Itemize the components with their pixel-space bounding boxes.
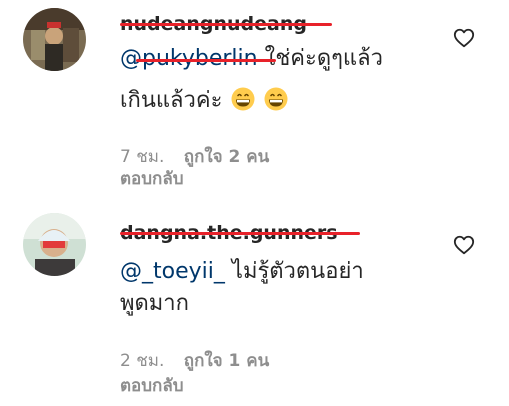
grinning-face-icon	[264, 87, 288, 111]
redaction-strike	[120, 232, 360, 235]
comment-text-line2: เกินแล้วค่ะ	[120, 88, 223, 113]
comment-meta: 2 ชม. ถูกใจ 1 คน	[120, 347, 269, 374]
reply-button[interactable]: ตอบกลับ	[120, 165, 184, 192]
mention-link[interactable]: @_toeyii_	[120, 259, 225, 284]
heart-icon[interactable]	[453, 234, 475, 256]
grinning-face-icon	[231, 87, 255, 111]
comment-text-line2-row: เกินแล้วค่ะ	[120, 84, 288, 118]
comment-text-line1: ไม่รู้ตัวตนอย่า	[231, 259, 364, 284]
comment-time: 2 ชม.	[120, 351, 165, 371]
heart-icon[interactable]	[453, 27, 475, 49]
comment-text-line1: ใช่ค่ะดูๆแล้ว	[264, 46, 383, 71]
comment-1: nudeangnudeang @pukyberlin ใช่ค่ะดูๆแล้ว…	[0, 0, 509, 200]
comment-likes-button[interactable]: ถูกใจ 1 คน	[184, 351, 270, 371]
comment-text-line2: พูดมาก	[120, 291, 189, 316]
avatar[interactable]	[23, 213, 86, 276]
comment-2: dangna.the.gunners @_toeyii_ ไม่รู้ตัวตน…	[0, 200, 509, 406]
comment-text-line2-row: พูดมาก	[120, 287, 189, 321]
reply-button[interactable]: ตอบกลับ	[120, 372, 184, 399]
avatar[interactable]	[23, 8, 86, 71]
comment-text: @_toeyii_ ไม่รู้ตัวตนอย่า	[120, 255, 364, 289]
comment-likes-button[interactable]: ถูกใจ 2 คน	[184, 147, 270, 167]
redaction-strike	[120, 23, 332, 26]
redaction-strike	[136, 59, 276, 62]
comment-time: 7 ชม.	[120, 147, 165, 167]
